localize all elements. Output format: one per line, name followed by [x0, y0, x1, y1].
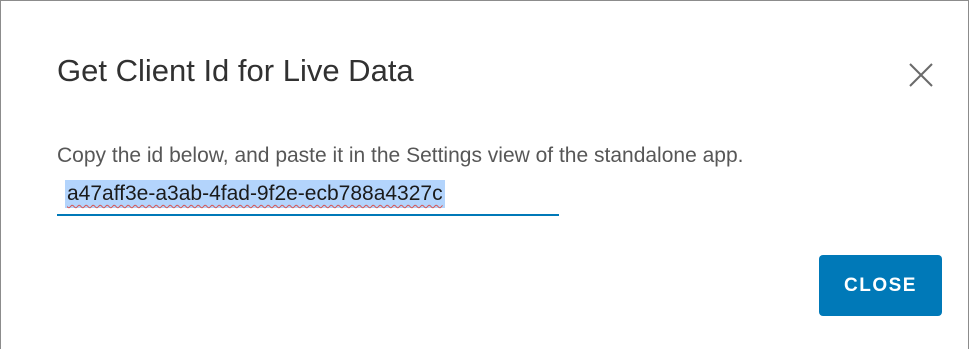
- client-id-value[interactable]: a47aff3e-a3ab-4fad-9f2e-ecb788a4327c: [65, 180, 445, 208]
- client-id-field[interactable]: a47aff3e-a3ab-4fad-9f2e-ecb788a4327c: [57, 178, 559, 216]
- dialog-message: Copy the id below, and paste it in the S…: [57, 144, 744, 167]
- close-button[interactable]: CLOSE: [819, 255, 942, 316]
- close-icon[interactable]: [906, 60, 936, 90]
- client-id-dialog: Get Client Id for Live Data Copy the id …: [0, 0, 969, 349]
- dialog-title: Get Client Id for Live Data: [57, 53, 414, 88]
